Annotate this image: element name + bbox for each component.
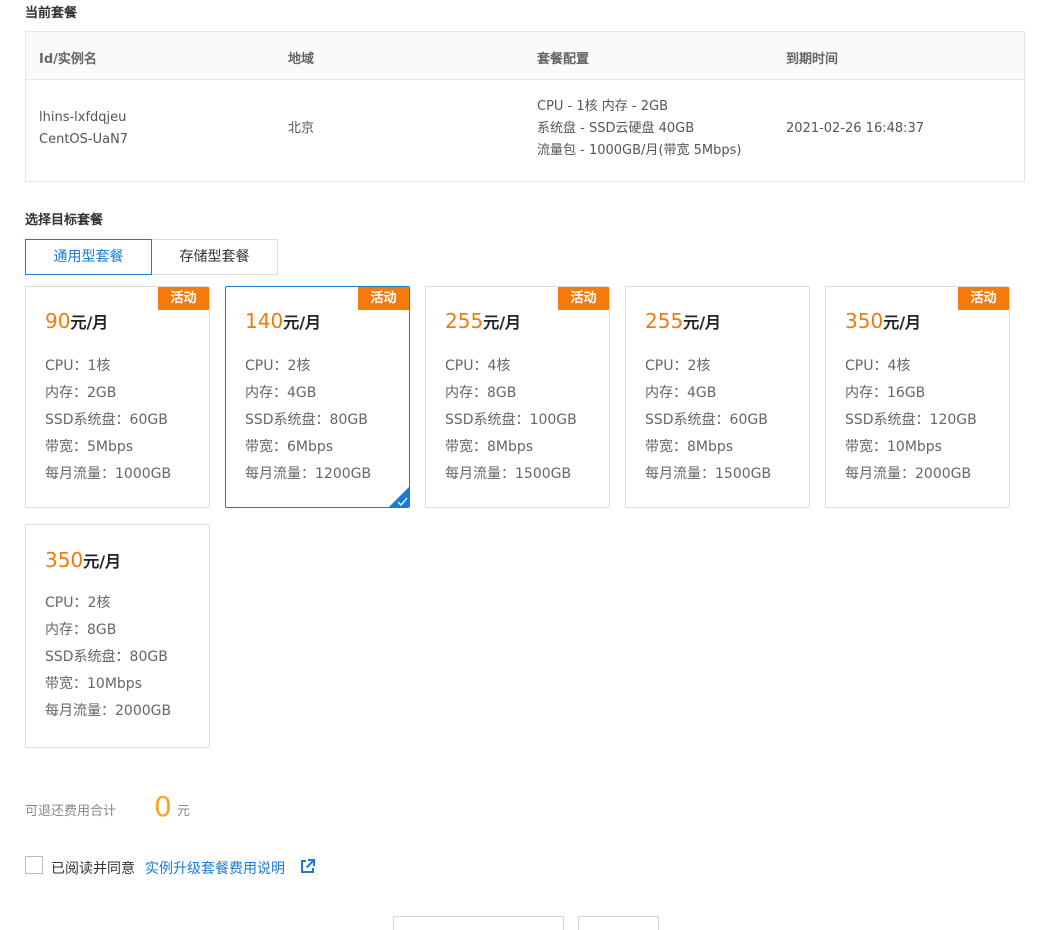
spec-bandwidth: 带宽：10Mbps <box>845 439 942 455</box>
upgrade-plan-page: 当前套餐 Id/实例名 地域 套餐配置 到期时间 lhins-lxfdqjeu … <box>0 0 1050 930</box>
price-unit: 元/月 <box>70 313 109 332</box>
promo-badge: 活动 <box>158 287 209 310</box>
spec-disk: SSD系统盘：80GB <box>45 649 168 665</box>
config-line-disk: 系统盘 - SSD云硬盘 40GB <box>537 121 695 136</box>
instance-id-cell: lhins-lxfdqjeu CentOS-UaN7 <box>39 107 128 151</box>
tab-storage-plan[interactable]: 存储型套餐 <box>151 239 278 275</box>
current-plan-table: Id/实例名 地域 套餐配置 到期时间 lhins-lxfdqjeu CentO… <box>25 31 1025 182</box>
tab-general-plan[interactable]: 通用型套餐 <box>25 239 152 275</box>
plan-specs: CPU：1核 内存：2GB SSD系统盘：60GB 带宽：5Mbps 每月流量：… <box>45 353 171 488</box>
plan-card[interactable]: 活动 255元/月 CPU：4核 内存：8GB SSD系统盘：100GB 带宽：… <box>425 286 610 508</box>
price-value: 140 <box>245 309 284 333</box>
plan-card-selected[interactable]: 活动 140元/月 CPU：2核 内存：4GB SSD系统盘：80GB 带宽：6… <box>225 286 410 508</box>
spec-traffic: 每月流量：1500GB <box>445 466 572 482</box>
external-link-icon[interactable] <box>300 859 315 874</box>
current-plan-table-header: Id/实例名 地域 套餐配置 到期时间 <box>26 32 1024 80</box>
spec-memory: 内存：8GB <box>45 622 117 638</box>
spec-memory: 内存：8GB <box>445 385 517 401</box>
refund-unit: 元 <box>177 804 191 819</box>
header-config: 套餐配置 <box>537 52 590 67</box>
price-value: 90 <box>45 309 71 333</box>
plan-price: 350元/月 <box>45 548 121 572</box>
spec-bandwidth: 带宽：8Mbps <box>645 439 734 455</box>
price-unit: 元/月 <box>483 313 522 332</box>
cancel-button[interactable] <box>578 916 659 930</box>
spec-memory: 内存：4GB <box>245 385 317 401</box>
spec-traffic: 每月流量：2000GB <box>845 466 972 482</box>
header-expire: 到期时间 <box>786 52 839 67</box>
refund-label: 可退还费用合计 <box>25 804 117 819</box>
spec-bandwidth: 带宽：5Mbps <box>45 439 134 455</box>
spec-bandwidth: 带宽：8Mbps <box>445 439 534 455</box>
selected-check-icon <box>389 487 409 507</box>
price-unit: 元/月 <box>283 313 322 332</box>
plan-card[interactable]: 255元/月 CPU：2核 内存：4GB SSD系统盘：60GB 带宽：8Mbp… <box>625 286 810 508</box>
spec-cpu: CPU：2核 <box>645 358 711 374</box>
plan-price: 255元/月 <box>445 309 521 333</box>
price-unit: 元/月 <box>83 552 122 571</box>
spec-disk: SSD系统盘：80GB <box>245 412 368 428</box>
plan-specs: CPU：4核 内存：8GB SSD系统盘：100GB 带宽：8Mbps 每月流量… <box>445 353 577 488</box>
header-region: 地域 <box>288 52 315 67</box>
spec-cpu: CPU：4核 <box>845 358 911 374</box>
current-plan-title: 当前套餐 <box>25 6 78 21</box>
spec-memory: 内存：16GB <box>845 385 926 401</box>
spec-cpu: CPU：1核 <box>45 358 111 374</box>
instance-id: lhins-lxfdqjeu <box>39 110 127 125</box>
spec-bandwidth: 带宽：10Mbps <box>45 676 142 692</box>
spec-bandwidth: 带宽：6Mbps <box>245 439 334 455</box>
plan-specs: CPU：2核 内存：8GB SSD系统盘：80GB 带宽：10Mbps 每月流量… <box>45 590 171 725</box>
price-unit: 元/月 <box>683 313 722 332</box>
price-value: 255 <box>445 309 484 333</box>
plan-price: 140元/月 <box>245 309 321 333</box>
price-value: 350 <box>845 309 884 333</box>
price-value: 255 <box>645 309 684 333</box>
refund-amount: 0 <box>154 790 172 823</box>
agreement-link[interactable]: 实例升级套餐费用说明 <box>145 858 285 878</box>
confirm-button[interactable] <box>393 916 564 930</box>
plan-specs: CPU：2核 内存：4GB SSD系统盘：80GB 带宽：6Mbps 每月流量：… <box>245 353 371 488</box>
header-id-name: Id/实例名 <box>39 52 97 67</box>
spec-cpu: CPU：4核 <box>445 358 511 374</box>
expire-cell: 2021-02-26 16:48:37 <box>786 121 925 136</box>
plan-card[interactable]: 活动 90元/月 CPU：1核 内存：2GB SSD系统盘：60GB 带宽：5M… <box>25 286 210 508</box>
plan-price: 350元/月 <box>845 309 921 333</box>
spec-cpu: CPU：2核 <box>245 358 311 374</box>
target-plan-title: 选择目标套餐 <box>25 213 104 228</box>
plan-card[interactable]: 活动 350元/月 CPU：4核 内存：16GB SSD系统盘：120GB 带宽… <box>825 286 1010 508</box>
spec-traffic: 每月流量：1500GB <box>645 466 772 482</box>
promo-badge: 活动 <box>958 287 1009 310</box>
plan-price: 255元/月 <box>645 309 721 333</box>
promo-badge: 活动 <box>558 287 609 310</box>
spec-traffic: 每月流量：1000GB <box>45 466 172 482</box>
plan-specs: CPU：2核 内存：4GB SSD系统盘：60GB 带宽：8Mbps 每月流量：… <box>645 353 771 488</box>
spec-disk: SSD系统盘：60GB <box>645 412 768 428</box>
config-cell: CPU - 1核 内存 - 2GB 系统盘 - SSD云硬盘 40GB 流量包 … <box>537 96 741 162</box>
config-line-traffic: 流量包 - 1000GB/月(带宽 5Mbps) <box>537 143 742 158</box>
plan-card[interactable]: 350元/月 CPU：2核 内存：8GB SSD系统盘：80GB 带宽：10Mb… <box>25 524 210 748</box>
spec-disk: SSD系统盘：120GB <box>845 412 977 428</box>
plan-price: 90元/月 <box>45 309 108 333</box>
spec-disk: SSD系统盘：60GB <box>45 412 168 428</box>
promo-badge: 活动 <box>358 287 409 310</box>
agreement-checkbox[interactable] <box>25 856 43 874</box>
spec-cpu: CPU：2核 <box>45 595 111 611</box>
agreement-text: 已阅读并同意 <box>51 861 135 877</box>
region-cell: 北京 <box>288 121 315 136</box>
spec-disk: SSD系统盘：100GB <box>445 412 577 428</box>
config-line-cpu: CPU - 1核 内存 - 2GB <box>537 99 669 114</box>
spec-traffic: 每月流量：1200GB <box>245 466 372 482</box>
spec-traffic: 每月流量：2000GB <box>45 703 172 719</box>
plan-specs: CPU：4核 内存：16GB SSD系统盘：120GB 带宽：10Mbps 每月… <box>845 353 977 488</box>
spec-memory: 内存：2GB <box>45 385 117 401</box>
spec-memory: 内存：4GB <box>645 385 717 401</box>
price-value: 350 <box>45 548 84 572</box>
instance-name: CentOS-UaN7 <box>39 132 129 147</box>
price-unit: 元/月 <box>883 313 922 332</box>
